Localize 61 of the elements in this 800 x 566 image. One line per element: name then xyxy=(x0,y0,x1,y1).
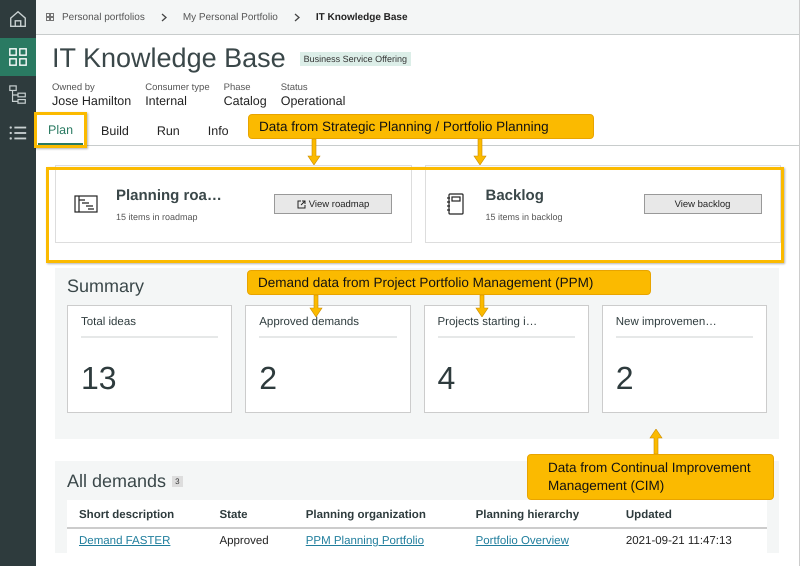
card-subtitle: 15 items in roadmap xyxy=(116,212,199,222)
field-label: Owned by xyxy=(52,82,96,93)
field-label: Consumer type xyxy=(145,82,210,93)
field-value: Internal xyxy=(145,94,188,108)
tab[interactable]: Info xyxy=(198,118,239,145)
type-badge: Business Service Offering xyxy=(300,52,412,66)
grid-icon xyxy=(8,47,28,67)
field-value: Catalog xyxy=(224,94,267,108)
card-title: Planning roa… xyxy=(116,186,223,204)
table-cell: Approved xyxy=(207,528,294,553)
table-cell: 2021-09-21 11:47:13 xyxy=(614,528,767,553)
tile-value: 2 xyxy=(616,360,635,397)
arrow-drawing xyxy=(309,295,323,317)
tab[interactable]: Build xyxy=(91,118,139,145)
field-label: Phase xyxy=(224,82,252,93)
breadcrumb-link[interactable]: Personal portfolios xyxy=(62,12,145,22)
tile-label: Total ideas xyxy=(81,306,218,338)
section-title: Summary xyxy=(67,276,144,297)
chevron-icon xyxy=(294,12,300,22)
summary-tile[interactable]: New improvemen… 2 xyxy=(602,305,767,413)
card-title: Backlog xyxy=(486,186,545,204)
summary-tile[interactable]: Total ideas 13 xyxy=(67,305,232,413)
tab[interactable]: Run xyxy=(146,118,190,145)
summary-tile[interactable]: Approved demands 2 xyxy=(245,305,410,413)
table-link[interactable]: PPM Planning Portfolio xyxy=(294,528,464,553)
page-title: IT Knowledge Base xyxy=(52,43,286,74)
column-header[interactable]: Short description xyxy=(67,500,208,528)
summary-tile[interactable]: Projects starting i… 4 xyxy=(424,305,589,413)
home-icon xyxy=(8,9,28,29)
view-button[interactable]: View backlog xyxy=(644,194,762,214)
table-link[interactable]: Portfolio Overview xyxy=(464,528,614,553)
callout: Data from Strategic Planning / Portfolio Planning xyxy=(248,114,594,139)
arrow-drawing xyxy=(307,139,321,165)
external-link-icon xyxy=(296,200,306,208)
field-value: Jose Hamilton xyxy=(52,94,132,108)
view-button[interactable]: View roadmap xyxy=(274,194,392,214)
breadcrumb-link[interactable]: IT Knowledge Base xyxy=(316,12,408,22)
count-badge: 3 xyxy=(172,476,183,487)
field-value: Operational xyxy=(280,94,346,108)
hierarchy-icon xyxy=(8,85,28,105)
breadcrumb-link[interactable]: My Personal Portfolio xyxy=(182,12,278,22)
card-subtitle: 15 items in backlog xyxy=(486,212,564,222)
tile-value: 2 xyxy=(259,360,278,397)
tile-value: 13 xyxy=(81,360,118,397)
field-label: Status xyxy=(280,82,309,93)
table-link[interactable]: Demand FASTER xyxy=(67,528,208,553)
callout: Data from Continual Improvement Management (CIM) xyxy=(527,454,774,500)
callout: Demand data from Project Portfolio Management (PPM) xyxy=(247,270,651,295)
sidebar-item[interactable] xyxy=(0,38,36,76)
chevron-icon xyxy=(160,12,167,22)
tile-value: 4 xyxy=(438,360,456,397)
arrow-drawing xyxy=(649,429,663,454)
tab[interactable]: Plan xyxy=(38,115,84,145)
arrow-drawing xyxy=(475,295,489,317)
section-title: All demands xyxy=(67,471,166,492)
tile-label: New improvemen… xyxy=(616,306,753,338)
column-header[interactable]: Planning organization xyxy=(294,500,464,528)
column-header[interactable]: State xyxy=(207,500,294,528)
roadmap-icon xyxy=(74,193,98,215)
arrow-drawing xyxy=(473,139,487,165)
grid-icon xyxy=(46,13,54,21)
